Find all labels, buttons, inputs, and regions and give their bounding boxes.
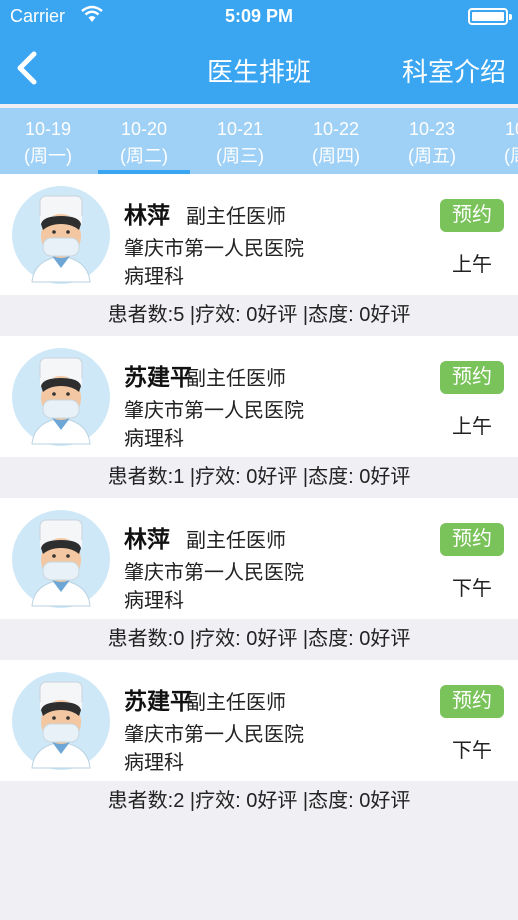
doctor-avatar-icon	[12, 510, 110, 608]
doctor-hospital: 肇庆市第一人民医院	[124, 238, 304, 260]
doctor-name: 林萍	[124, 526, 170, 552]
doctor-card-body: 苏建平 副主任医师 肇庆市第一人民医院 病理科 预约 下午	[0, 660, 518, 781]
doctor-title: 副主任医师	[186, 530, 286, 552]
tab-date-label: 10-21	[216, 119, 264, 139]
doctor-title: 副主任医师	[186, 368, 286, 390]
nav-bar: 医生排班 科室介绍	[0, 34, 518, 102]
app-header: Carrier 5:09 PM 医生排班 科室介绍	[0, 0, 518, 104]
tab-weekday-label: (周四)	[312, 146, 360, 166]
doctor-card[interactable]: 林萍 副主任医师 肇庆市第一人民医院 病理科 预约 上午 患者数:5 |疗效: …	[0, 174, 518, 336]
tab-date-10-24[interactable]: 10-24 (周六)	[480, 108, 518, 174]
tab-date-label: 10-23	[408, 119, 456, 139]
doctor-stats: 患者数:0 |疗效: 0好评 |态度: 0好评	[0, 619, 518, 660]
tab-date-10-20[interactable]: 10-20 (周二)	[96, 108, 192, 174]
doctor-department: 病理科	[124, 752, 184, 774]
doctor-hospital: 肇庆市第一人民医院	[124, 724, 304, 746]
doctor-stats: 患者数:1 |疗效: 0好评 |态度: 0好评	[0, 457, 518, 498]
tab-date-label: 10-24	[504, 119, 518, 139]
clock: 5:09 PM	[224, 6, 294, 26]
doctor-card-body: 苏建平 副主任医师 肇庆市第一人民医院 病理科 预约 上午	[0, 336, 518, 457]
tab-date-10-23[interactable]: 10-23 (周五)	[384, 108, 480, 174]
tab-weekday-label: (周一)	[24, 146, 72, 166]
tab-date-10-22[interactable]: 10-22 (周四)	[288, 108, 384, 174]
doctor-stats: 患者数:5 |疗效: 0好评 |态度: 0好评	[0, 295, 518, 336]
tab-weekday-label: (周五)	[408, 146, 456, 166]
doctor-stats: 患者数:2 |疗效: 0好评 |态度: 0好评	[0, 781, 518, 822]
doctor-hospital: 肇庆市第一人民医院	[124, 562, 304, 584]
doctor-avatar-icon	[12, 348, 110, 446]
time-slot: 下午	[452, 578, 492, 600]
time-slot: 上午	[452, 254, 492, 276]
time-slot: 上午	[452, 416, 492, 438]
tab-date-label: 10-22	[312, 119, 360, 139]
tab-date-10-19[interactable]: 10-19 (周一)	[0, 108, 96, 174]
doctor-card-body: 林萍 副主任医师 肇庆市第一人民医院 病理科 预约 下午	[0, 498, 518, 619]
book-button[interactable]: 预约	[440, 361, 504, 394]
tab-weekday-label: (周三)	[216, 146, 264, 166]
doctor-name: 苏建平	[124, 688, 193, 714]
doctor-card-body: 林萍 副主任医师 肇庆市第一人民医院 病理科 预约 上午	[0, 174, 518, 295]
book-button[interactable]: 预约	[440, 685, 504, 718]
doctor-name: 林萍	[124, 202, 170, 228]
status-bar: Carrier 5:09 PM	[0, 0, 518, 34]
doctor-hospital: 肇庆市第一人民医院	[124, 400, 304, 422]
doctor-department: 病理科	[124, 266, 184, 288]
book-button[interactable]: 预约	[440, 523, 504, 556]
doctor-name: 苏建平	[124, 364, 193, 390]
doctor-card[interactable]: 林萍 副主任医师 肇庆市第一人民医院 病理科 预约 下午 患者数:0 |疗效: …	[0, 498, 518, 660]
tab-weekday-label: (周二)	[120, 146, 168, 166]
doctor-card[interactable]: 苏建平 副主任医师 肇庆市第一人民医院 病理科 预约 下午 患者数:2 |疗效:…	[0, 660, 518, 822]
time-slot: 下午	[452, 740, 492, 762]
book-button[interactable]: 预约	[440, 199, 504, 232]
doctor-card[interactable]: 苏建平 副主任医师 肇庆市第一人民医院 病理科 预约 上午 患者数:1 |疗效:…	[0, 336, 518, 498]
doctor-department: 病理科	[124, 428, 184, 450]
doctor-department: 病理科	[124, 590, 184, 612]
tab-weekday-label: (周六)	[504, 146, 518, 166]
doctor-title: 副主任医师	[186, 692, 286, 714]
battery-icon	[468, 8, 512, 25]
doctor-title: 副主任医师	[186, 206, 286, 228]
date-tabs: 10-19 (周一) 10-20 (周二) 10-21 (周三) 10-22 (周四) 10-2…	[0, 108, 518, 174]
doctor-avatar-icon	[12, 186, 110, 284]
tab-date-label: 10-19	[24, 119, 72, 139]
department-intro-button[interactable]: 科室介绍	[402, 52, 506, 89]
tab-date-label: 10-20	[120, 119, 168, 139]
doctor-avatar-icon	[12, 672, 110, 770]
tab-date-10-21[interactable]: 10-21 (周三)	[192, 108, 288, 174]
